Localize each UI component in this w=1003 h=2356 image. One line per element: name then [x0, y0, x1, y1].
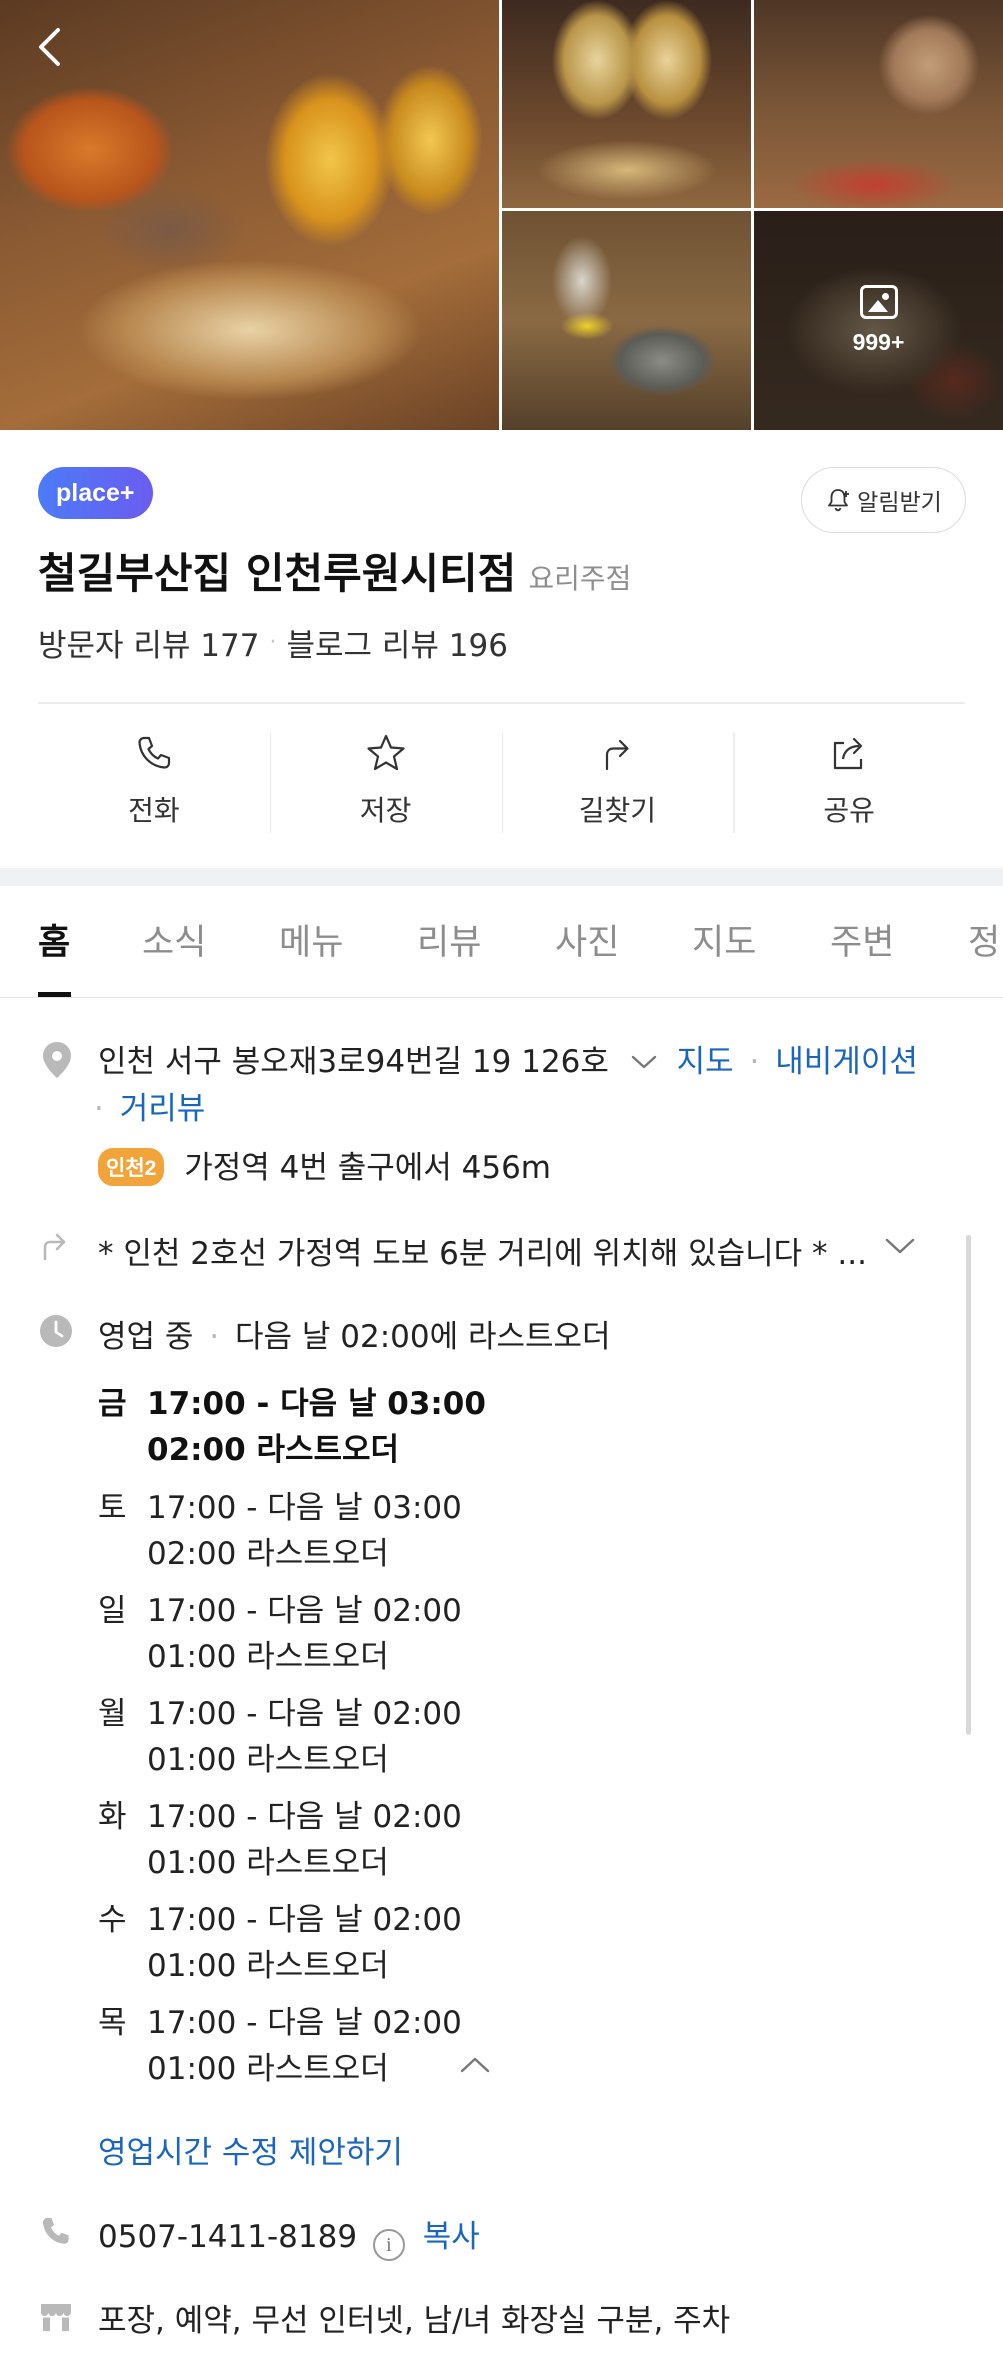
photo-gallery: 999+	[0, 0, 1003, 430]
roadview-line: · 거리뷰	[94, 1083, 205, 1128]
chevron-down-icon[interactable]	[629, 1052, 659, 1072]
more-photos-count: 999+	[852, 329, 905, 355]
subway-info: 인천2 가정역 4번 출구에서 456m	[98, 1142, 551, 1187]
subway-line-badge: 인천2	[98, 1148, 165, 1186]
title-row: 철길부산집 인천루원시티점 요리주점	[38, 540, 631, 601]
share-label: 공유	[823, 794, 875, 827]
divider	[38, 702, 965, 704]
tab-bar: 홈 소식 메뉴 리뷰 사진 지도 주변 정	[0, 886, 1003, 998]
directions-icon	[43, 1233, 66, 1261]
phone-icon	[138, 736, 170, 769]
chevron-up-icon[interactable]	[458, 2054, 492, 2076]
last-order-summary: 다음 날 02:00에 라스트오더	[235, 1319, 611, 1355]
phone-number[interactable]: 0507-1411-8189	[98, 2219, 357, 2255]
action-bar: 전화 저장 길찾기 공유	[38, 705, 965, 855]
hours-last-order: 01:00 라스트오더	[147, 1845, 389, 1881]
hours-time: 17:00 - 다음 날 02:00	[147, 1799, 462, 1835]
share-icon	[834, 737, 863, 770]
location-pin-icon	[43, 1042, 71, 1078]
gallery-photo-3[interactable]	[502, 211, 751, 430]
image-icon	[859, 285, 898, 319]
clock-icon	[40, 1315, 72, 1347]
chevron-left-icon	[39, 28, 60, 66]
hours-time: 17:00 - 다음 날 03:00	[147, 1386, 486, 1422]
gallery-photo-2[interactable]	[754, 0, 1003, 208]
active-tab-indicator	[38, 992, 71, 997]
scrollbar[interactable]	[966, 1235, 971, 1735]
open-status: 영업 중	[98, 1319, 194, 1355]
hours-day: 금	[98, 1386, 127, 1422]
business-status: 영업 중 · 다음 날 02:00에 라스트오더	[98, 1311, 611, 1356]
hours-day: 화	[98, 1799, 127, 1835]
separator-dot: ·	[209, 1319, 220, 1355]
amenities-list: 포장, 예약, 무선 인터넷, 남/녀 화장실 구분, 주차	[98, 2303, 731, 2339]
hours-time: 17:00 - 다음 날 02:00	[147, 1593, 462, 1629]
chevron-down-icon[interactable]	[883, 1235, 917, 1257]
subway-distance: 가정역 4번 출구에서 456m	[184, 1150, 551, 1186]
hours-last-order: 01:00 라스트오더	[147, 1948, 389, 1984]
directions-button[interactable]: 길찾기	[501, 705, 734, 855]
separator-dot: ·	[749, 1044, 760, 1080]
back-button[interactable]	[28, 22, 78, 72]
hours-last-order: 02:00 라스트오더	[147, 1536, 389, 1572]
suggest-hours-edit-link[interactable]: 영업시간 수정 제안하기	[98, 2127, 403, 2172]
hours-last-order: 02:00 라스트오더	[147, 1432, 400, 1468]
save-label: 저장	[359, 794, 412, 827]
store-icon	[41, 2304, 71, 2331]
tab-info[interactable]: 정	[968, 914, 1000, 965]
tab-reviews[interactable]: 리뷰	[417, 914, 481, 965]
alarm-button[interactable]: 알림받기	[801, 467, 966, 533]
hours-day: 일	[98, 1593, 127, 1629]
tab-photos[interactable]: 사진	[555, 914, 619, 965]
map-link[interactable]: 지도	[677, 1044, 734, 1080]
hours-time: 17:00 - 다음 날 02:00	[147, 2005, 462, 2041]
hours-time: 17:00 - 다음 날 02:00	[147, 1696, 462, 1732]
place-name: 철길부산집 인천루원시티점	[38, 549, 517, 598]
hours-last-order: 01:00 라스트오더	[147, 1639, 389, 1675]
hours-last-order: 01:00 라스트오더	[147, 1742, 389, 1778]
navigation-link[interactable]: 내비게이션	[775, 1044, 918, 1080]
tab-home[interactable]: 홈	[38, 914, 70, 965]
hours-day: 목	[98, 2005, 127, 2041]
bell-plus-icon	[828, 489, 850, 512]
separator-dot: ·	[269, 630, 277, 655]
visitor-reviews-link[interactable]: 방문자 리뷰 177	[38, 620, 259, 665]
directions-label: 길찾기	[578, 794, 657, 827]
info-icon[interactable]: i	[372, 2229, 405, 2261]
call-button[interactable]: 전화	[38, 705, 270, 855]
phone-icon	[43, 2218, 69, 2244]
save-button[interactable]: 저장	[269, 705, 502, 855]
separator-dot: ·	[94, 1091, 104, 1127]
roadview-link[interactable]: 거리뷰	[120, 1091, 206, 1127]
tab-menu[interactable]: 메뉴	[279, 914, 343, 965]
address-line: 인천 서구 봉오재3로94번길 19 126호 지도 · 내비게이션	[98, 1036, 918, 1081]
hours-time: 17:00 - 다음 날 03:00	[147, 1490, 462, 1526]
hours-day: 월	[98, 1696, 127, 1732]
hours-day: 토	[98, 1490, 127, 1526]
hours-last-order: 01:00 라스트오더	[147, 2051, 389, 2087]
address-text: 인천 서구 봉오재3로94번길 19 126호	[98, 1044, 609, 1080]
call-label: 전화	[128, 794, 180, 827]
phone-row: 0507-1411-8189 i 복사	[98, 2211, 480, 2261]
gallery-photo-more[interactable]: 999+	[754, 211, 1003, 430]
more-photos-overlay: 999+	[754, 211, 1003, 430]
gallery-photo-1[interactable]	[502, 0, 751, 208]
star-icon	[367, 734, 405, 771]
directions-icon	[606, 739, 629, 771]
tab-nearby[interactable]: 주변	[830, 914, 894, 965]
hours-day: 수	[98, 1902, 127, 1938]
blog-reviews-link[interactable]: 블로그 리뷰 196	[286, 620, 507, 665]
section-divider	[0, 868, 1003, 886]
copy-phone-link[interactable]: 복사	[423, 2219, 480, 2255]
place-plus-badge: place+	[38, 467, 153, 519]
hours-time: 17:00 - 다음 날 02:00	[147, 1902, 462, 1938]
tab-map[interactable]: 지도	[692, 914, 756, 965]
place-category: 요리주점	[528, 562, 632, 595]
directions-note: * 인천 2호선 가정역 도보 6분 거리에 위치해 있습니다 * ...	[98, 1236, 867, 1272]
share-button[interactable]: 공유	[733, 705, 965, 855]
alarm-label: 알림받기	[857, 490, 942, 516]
tab-news[interactable]: 소식	[142, 914, 206, 965]
review-summary: 방문자 리뷰 177 · 블로그 리뷰 196	[38, 620, 508, 665]
